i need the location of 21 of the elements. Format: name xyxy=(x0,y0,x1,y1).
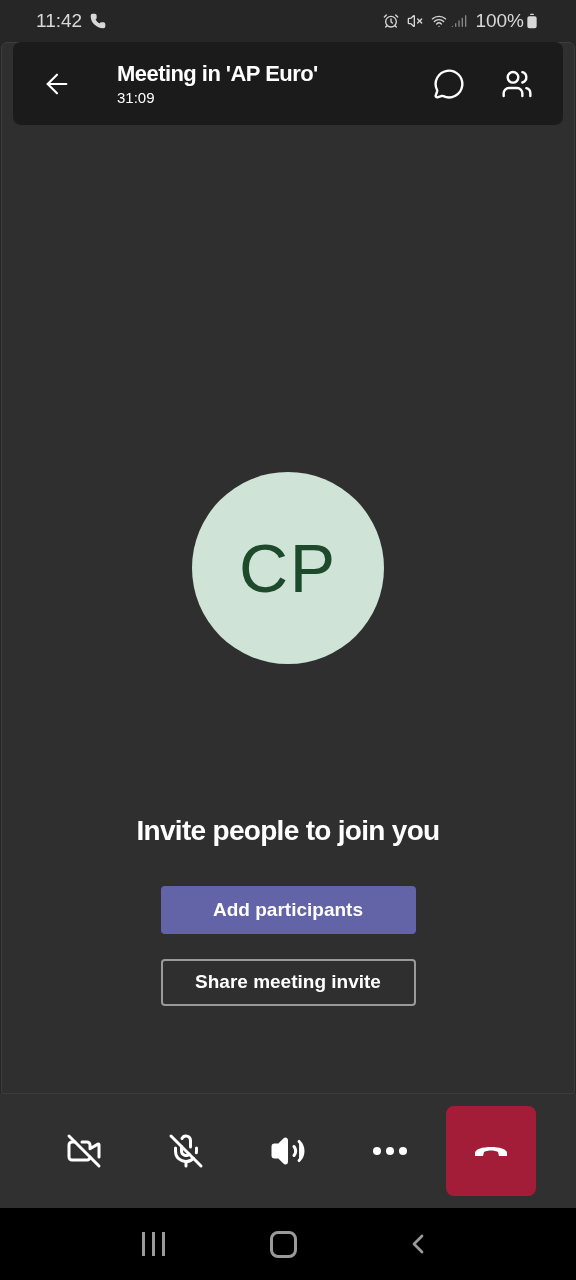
battery-percent: 100% xyxy=(475,8,524,33)
microphone-off-icon xyxy=(168,1133,204,1169)
wifi-icon xyxy=(431,13,448,29)
meeting-duration: 31:09 xyxy=(117,87,156,108)
home-button[interactable] xyxy=(270,1230,297,1258)
status-time: 11:42 xyxy=(36,8,83,33)
invite-heading: Invite people to join you xyxy=(136,814,440,848)
add-participants-button[interactable]: Add participants xyxy=(160,886,416,934)
phone-icon xyxy=(90,13,107,29)
share-invite-button[interactable]: Share meeting invite xyxy=(160,959,416,1006)
avatar: CP xyxy=(192,472,384,664)
battery-icon xyxy=(524,13,540,29)
hang-up-button[interactable] xyxy=(446,1106,536,1196)
recent-apps-button[interactable] xyxy=(142,1232,166,1256)
more-icon xyxy=(373,1147,407,1155)
chat-icon xyxy=(433,67,465,100)
signal-icon xyxy=(451,13,468,29)
mute-icon xyxy=(407,13,424,29)
meeting-title: Meeting in 'AP Euro' xyxy=(117,59,319,88)
camera-off-icon xyxy=(66,1133,102,1169)
alarm-icon xyxy=(383,13,400,29)
